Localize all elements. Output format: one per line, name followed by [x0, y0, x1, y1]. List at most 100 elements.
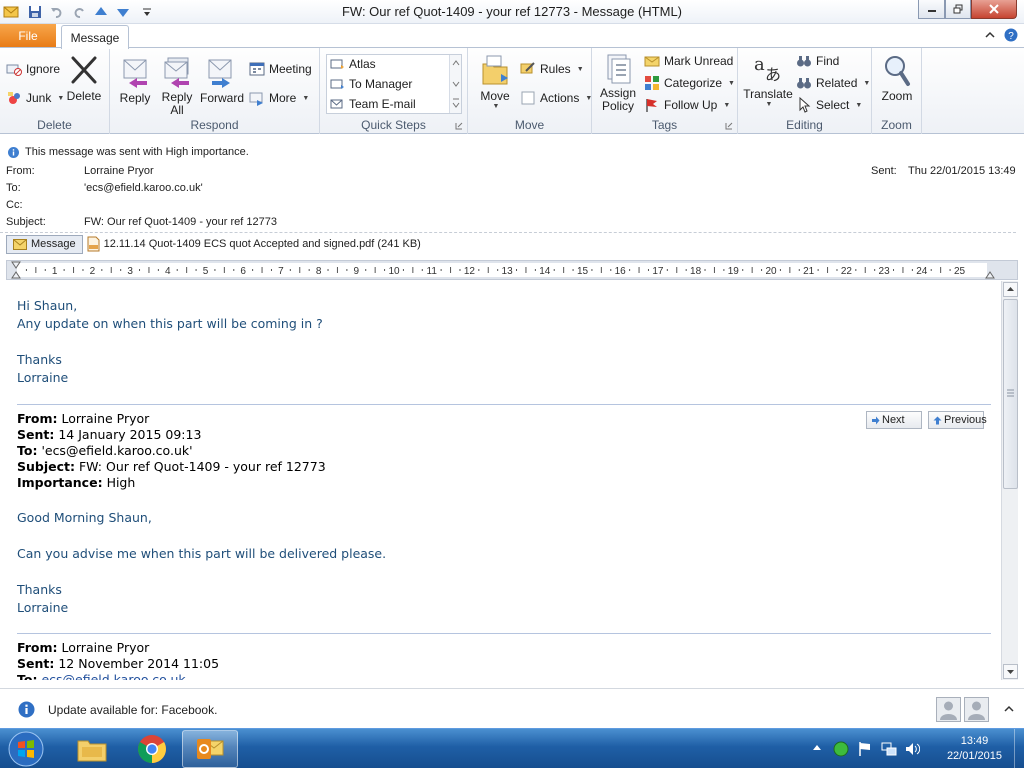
quick-step-to-manager[interactable]: To Manager	[329, 76, 412, 92]
body-thanks: Thanks	[17, 352, 62, 367]
assign-policy-icon	[602, 52, 634, 86]
quick-step-atlas-label: Atlas	[349, 57, 376, 71]
fwd1-from-value: Lorraine Pryor	[61, 411, 150, 426]
people-pane-bar: Update available for: Facebook.	[0, 688, 1024, 728]
to-manager-icon	[329, 76, 345, 92]
contact-photo-icon-2[interactable]	[964, 697, 989, 722]
ruler[interactable]: 1 2 3 4 5 6 7 8 9 10 11 12 13 14 15 16 17 18 19 20 21 22 23 24 2…	[6, 260, 1018, 280]
actions-button[interactable]: Actions ▼	[520, 90, 592, 106]
close-button[interactable]	[971, 0, 1017, 19]
ruler-number: 19	[728, 266, 740, 277]
scroll-up-arrow[interactable]	[1003, 282, 1018, 297]
collapse-ribbon-icon[interactable]	[984, 29, 996, 41]
editing-group-label: Editing	[786, 118, 823, 132]
ruler-number: 13	[502, 266, 514, 277]
action-center-flag-icon[interactable]	[858, 741, 872, 757]
fwd2-to-link[interactable]: ecs@efield.karoo.co.uk	[41, 672, 185, 680]
svg-text:あ: あ	[765, 65, 781, 84]
taskbar-clock[interactable]: 13:49 22/01/2015	[947, 734, 1002, 764]
body-line1: Any update on when this part will be com…	[17, 316, 323, 331]
ruler-number: 25	[954, 266, 966, 277]
move-button[interactable]: Move ▼	[476, 54, 514, 110]
delete-button[interactable]: Delete	[66, 54, 102, 103]
title-bar: FW: Our ref Quot-1409 - your ref 12773 -…	[0, 0, 1024, 24]
ruler-number: 14	[539, 266, 551, 277]
tab-file[interactable]: File	[0, 24, 56, 48]
taskbar-chrome[interactable]	[124, 730, 180, 768]
editing-group: aあ Translate ▼ Find Related ▼ Select ▼ Edi…	[738, 48, 872, 134]
scroll-thumb[interactable]	[1003, 299, 1018, 489]
mark-unread-button[interactable]: Mark Unread	[644, 53, 733, 69]
select-button[interactable]: Select ▼	[796, 97, 862, 113]
translate-button[interactable]: aあ Translate ▼	[742, 52, 794, 108]
rules-button[interactable]: Rules ▼	[520, 61, 584, 77]
show-desktop-button[interactable]	[1014, 729, 1024, 768]
mark-unread-label: Mark Unread	[664, 54, 734, 68]
categorize-button[interactable]: Categorize ▼	[644, 75, 735, 91]
quick-step-team-email[interactable]: Team E-mail	[329, 96, 416, 112]
network-icon[interactable]	[881, 741, 897, 757]
zoom-button[interactable]: Zoom	[878, 54, 916, 103]
quick-steps-gallery: Atlas To Manager Team E-mail	[326, 54, 462, 114]
related-button[interactable]: Related ▼	[796, 75, 870, 91]
fwd1-from-label: From:	[17, 411, 58, 426]
team-email-icon	[329, 96, 345, 112]
ruler-number: 5	[203, 266, 209, 277]
rules-icon	[520, 61, 536, 77]
next-button[interactable]: Next	[866, 411, 922, 429]
volume-icon[interactable]	[904, 741, 920, 757]
contact-photo-icon[interactable]	[936, 697, 961, 722]
minimize-button[interactable]	[918, 0, 945, 19]
taskbar-explorer[interactable]	[64, 730, 120, 768]
taskbar-outlook[interactable]	[182, 730, 238, 768]
assign-policy-button[interactable]: Assign Policy	[598, 52, 638, 113]
attachment-message-tab[interactable]: Message	[6, 234, 83, 254]
junk-button[interactable]: Junk ▼	[6, 90, 64, 106]
right-indent-marker-icon[interactable]	[985, 271, 995, 279]
fwd1-subject-value: FW: Our ref Quot-1409 - your ref 12773	[78, 459, 326, 474]
update-status-text[interactable]: Update available for: Facebook.	[48, 703, 217, 717]
forward-label: Forward	[200, 91, 245, 105]
find-label: Find	[816, 54, 840, 68]
reply-button[interactable]: Reply	[118, 56, 152, 105]
attachment-pdf[interactable]: 12.11.14 Quot-1409 ECS quot Accepted and…	[87, 236, 421, 252]
related-label: Related	[816, 76, 858, 90]
scroll-down-arrow[interactable]	[1003, 664, 1018, 679]
next-label: Next	[882, 414, 905, 426]
translate-icon: aあ	[752, 52, 784, 86]
importance-banner: This message was sent with High importan…	[8, 146, 249, 158]
reply-all-button[interactable]: Reply All	[160, 56, 194, 117]
meeting-button[interactable]: Meeting	[249, 61, 312, 77]
clock-date: 22/01/2015	[946, 750, 1002, 762]
cc-label: Cc:	[6, 199, 23, 211]
body-scrollbar[interactable]	[1001, 281, 1018, 680]
help-icon[interactable]: ?	[1004, 28, 1018, 42]
tray-status-green-icon[interactable]	[833, 741, 849, 757]
start-button[interactable]	[4, 729, 48, 768]
forward-button[interactable]: Forward	[200, 56, 244, 105]
find-button[interactable]: Find	[796, 53, 839, 69]
ruler-number: 1	[52, 266, 58, 277]
to-value[interactable]: 'ecs@efield.karoo.co.uk'	[84, 182, 203, 194]
svg-text:a: a	[754, 54, 765, 75]
quick-steps-scroll[interactable]	[449, 55, 461, 113]
zoom-magnifier-icon	[881, 54, 913, 88]
show-hidden-icons-icon[interactable]	[812, 743, 822, 753]
expand-people-pane-icon[interactable]	[1003, 704, 1015, 714]
assign-policy-label-2: Policy	[601, 99, 634, 113]
quick-step-atlas[interactable]: Atlas	[329, 56, 376, 72]
categorize-label: Categorize	[664, 76, 723, 90]
message-body[interactable]: Hi Shaun, Any update on when this part w…	[6, 281, 1001, 680]
ruler-number: 9	[354, 266, 360, 277]
header-divider	[0, 232, 1016, 233]
follow-up-button[interactable]: Follow Up ▼	[644, 97, 730, 113]
tags-group-label: Tags	[651, 118, 678, 132]
previous-button[interactable]: Previous	[928, 411, 987, 429]
from-value[interactable]: Lorraine Pryor	[84, 165, 154, 177]
reply-all-icon	[161, 56, 193, 90]
tab-message[interactable]: Message	[61, 25, 129, 49]
ribbon: Ignore Junk ▼ Delete Delete Reply Reply A…	[0, 47, 1024, 134]
restore-button[interactable]	[945, 0, 971, 19]
ignore-button[interactable]: Ignore	[6, 61, 60, 77]
more-respond-button[interactable]: More ▼	[249, 90, 309, 106]
